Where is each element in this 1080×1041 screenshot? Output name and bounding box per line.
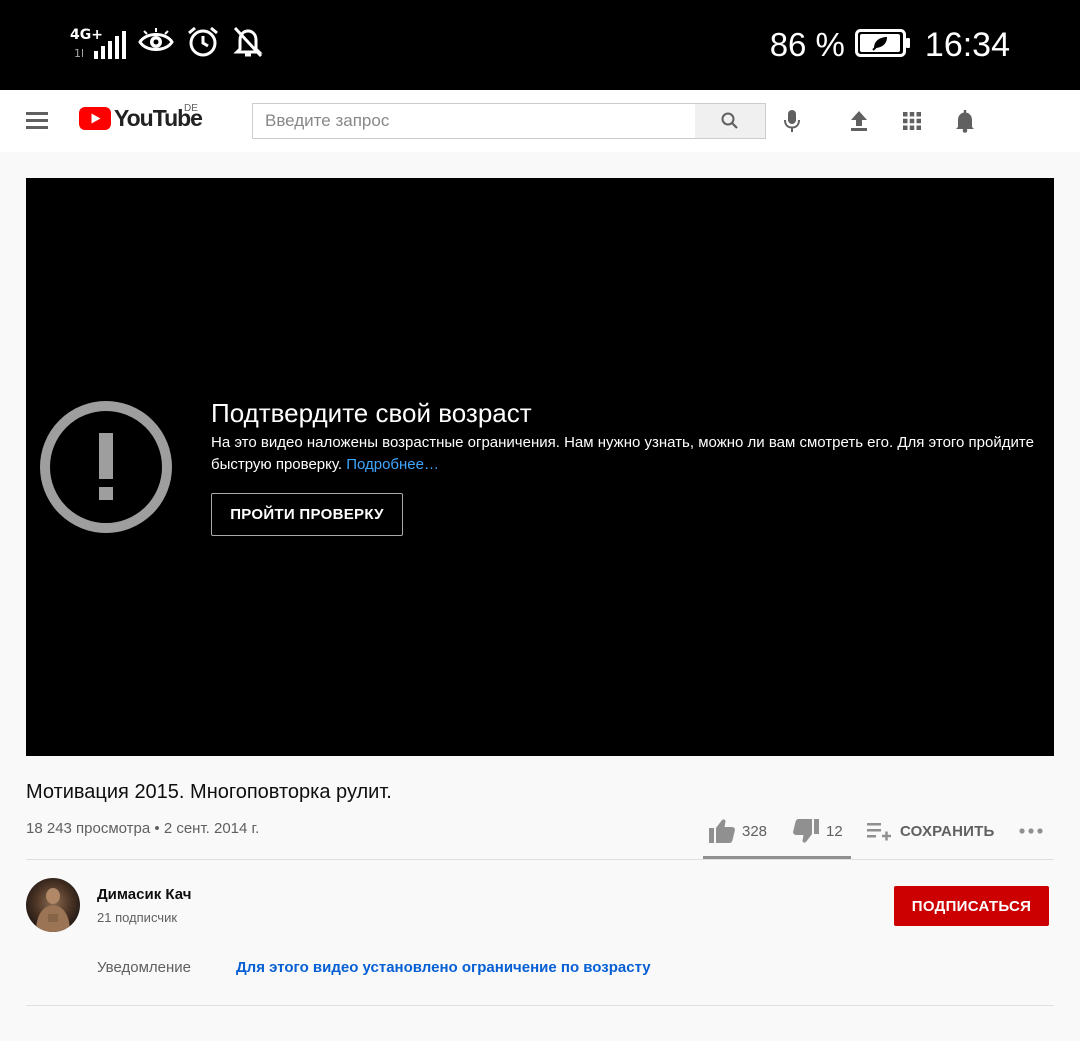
avatar[interactable] bbox=[26, 878, 80, 932]
status-icons: 4G+ 1l bbox=[68, 24, 264, 64]
battery-percent: 86 % bbox=[769, 26, 845, 63]
status-bar: 4G+ 1l 86 % 16:34 bbox=[0, 0, 1080, 90]
age-restriction-notice-link[interactable]: Для этого видео установлено ограничение … bbox=[236, 959, 651, 976]
alarm-icon bbox=[186, 25, 220, 64]
logo-region-label: DE bbox=[184, 103, 198, 114]
warning-icon bbox=[40, 401, 172, 533]
apps-icon[interactable] bbox=[899, 108, 925, 134]
battery-icon bbox=[854, 28, 911, 62]
like-button[interactable]: 328 bbox=[708, 816, 767, 846]
eye-icon bbox=[138, 27, 174, 61]
video-title: Мотивация 2015. Многоповторка рулит. bbox=[26, 781, 392, 803]
menu-icon[interactable] bbox=[26, 108, 54, 134]
save-button[interactable]: СОХРАНИТЬ bbox=[866, 816, 994, 846]
upload-icon[interactable] bbox=[846, 108, 872, 134]
search-icon bbox=[721, 112, 738, 129]
youtube-play-icon bbox=[79, 107, 111, 130]
age-check-text: На это видео наложены возрастные огранич… bbox=[211, 434, 1034, 473]
status-right: 86 % 16:34 bbox=[770, 22, 1010, 68]
subscribe-button[interactable]: ПОДПИСАТЬСЯ bbox=[894, 886, 1049, 926]
notice-label: Уведомление bbox=[97, 959, 192, 976]
playlist-add-icon bbox=[867, 823, 891, 841]
notifications-off-icon bbox=[232, 25, 264, 64]
dislike-count: 12 bbox=[826, 822, 843, 840]
thumb-up-icon bbox=[709, 819, 735, 843]
learn-more-link[interactable]: Подробнее… bbox=[346, 456, 439, 473]
mic-icon[interactable] bbox=[779, 108, 805, 134]
like-count: 328 bbox=[742, 822, 768, 840]
top-app-bar: YouTube bbox=[0, 90, 1080, 152]
network-sub-label: 1l bbox=[74, 47, 85, 60]
more-actions-button[interactable] bbox=[1019, 816, 1043, 846]
verify-age-button[interactable]: ПРОЙТИ ПРОВЕРКУ bbox=[211, 493, 403, 536]
search-button[interactable] bbox=[695, 103, 766, 139]
age-check-description: На это видео наложены возрастные огранич… bbox=[211, 432, 1041, 476]
video-player[interactable]: Подтвердите свой возраст На это видео на… bbox=[26, 178, 1054, 756]
clock: 16:34 bbox=[924, 25, 1010, 64]
search-input[interactable] bbox=[253, 104, 695, 138]
age-check-title: Подтвердите свой возраст bbox=[211, 398, 532, 428]
subscriber-count: 21 подписчик bbox=[97, 910, 178, 925]
divider bbox=[26, 859, 1054, 860]
search-box[interactable] bbox=[252, 103, 696, 139]
signal-icon: 4G+ 1l bbox=[68, 25, 126, 63]
more-horizontal-icon bbox=[1019, 828, 1043, 834]
channel-name[interactable]: Димасик Кач bbox=[97, 886, 191, 903]
video-meta: 18 243 просмотра • 2 сент. 2014 г. bbox=[26, 820, 260, 837]
divider bbox=[26, 1005, 1054, 1006]
dislike-button[interactable]: 12 bbox=[792, 816, 843, 846]
thumb-down-icon bbox=[793, 819, 819, 843]
bell-icon[interactable] bbox=[952, 108, 978, 134]
save-label: СОХРАНИТЬ bbox=[900, 822, 995, 840]
